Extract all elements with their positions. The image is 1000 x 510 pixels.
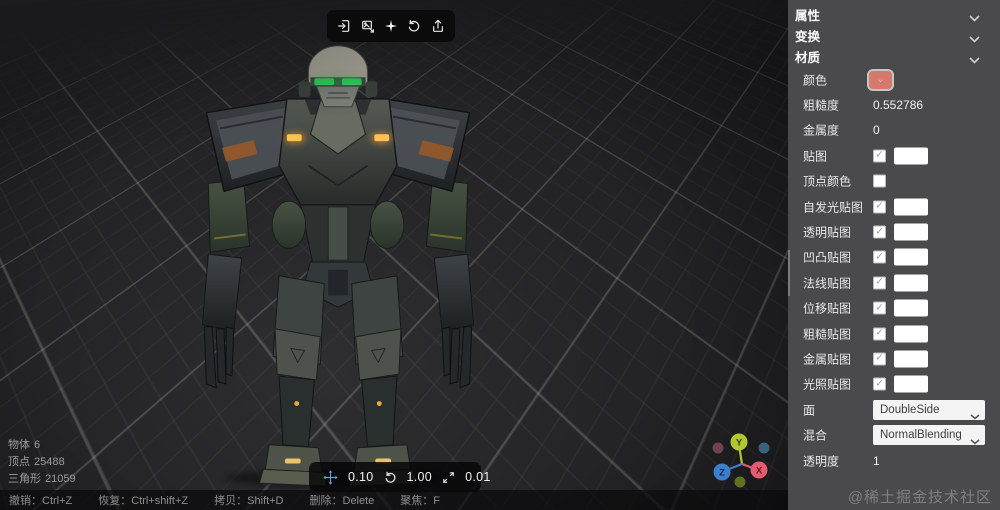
map-checkbox[interactable] (873, 149, 886, 162)
import-file-icon[interactable] (335, 14, 353, 38)
normal-map-texture-slot[interactable] (894, 274, 928, 291)
shortcut-focus: 聚焦：F (400, 492, 440, 508)
scale-icon[interactable] (441, 469, 456, 486)
properties-panel: 属性 变换 材质 颜色 ⌄ 粗糙度 0.552786 金属度 0 贴图 ✓ 顶点… (788, 0, 1000, 510)
chevron-down-icon (969, 32, 980, 46)
translate-icon[interactable] (322, 469, 339, 486)
vertex-colors-checkbox[interactable] (873, 175, 886, 188)
metalness-map-checkbox[interactable] (873, 352, 886, 365)
alpha-map-texture-slot[interactable] (894, 224, 928, 241)
alpha-map-checkbox[interactable] (873, 226, 886, 239)
focus-icon[interactable] (382, 14, 400, 38)
scene-stats: 物体 6 顶点 25488 三角形 21059 (8, 437, 76, 488)
axis-y[interactable]: Y (731, 434, 748, 451)
shortcut-copy: 拷贝：Shift+D (214, 492, 283, 508)
row-metalness: 金属度 0 (788, 118, 1000, 143)
row-displacement-map: 位移贴图 (788, 296, 1000, 321)
row-roughness: 粗糙度 0.552786 (788, 92, 1000, 117)
displacement-map-texture-slot[interactable] (894, 300, 928, 317)
axis-neg-z (759, 443, 770, 454)
emissive-map-texture-slot[interactable] (894, 198, 928, 215)
emissive-map-checkbox[interactable] (873, 200, 886, 213)
stat-objects: 物体 6 (8, 437, 76, 454)
row-emissive-map: 自发光贴图 (788, 194, 1000, 219)
row-blending: 混合 NormalBlending (788, 422, 1000, 447)
shortcut-delete: 删除：Delete (310, 492, 375, 508)
rotate-snap-value[interactable]: 1.00 (407, 470, 433, 484)
row-light-map: 光照贴图 (788, 372, 1000, 397)
roughness-map-checkbox[interactable] (873, 327, 886, 340)
displacement-map-checkbox[interactable] (873, 302, 886, 315)
row-color: 颜色 ⌄ (788, 67, 1000, 92)
section-transform[interactable]: 变换 (788, 25, 1000, 46)
metalness-value[interactable]: 0 (873, 123, 880, 137)
map-texture-slot[interactable] (894, 147, 928, 164)
svg-text:Y: Y (736, 438, 743, 449)
mech-model[interactable] (178, 38, 498, 490)
row-roughness-map: 粗糙贴图 (788, 321, 1000, 346)
row-vertex-colors: 顶点颜色 (788, 169, 1000, 194)
section-material[interactable]: 材质 (788, 46, 1000, 67)
row-alpha-map: 透明贴图 (788, 219, 1000, 244)
stat-triangles: 三角形 21059 (8, 471, 76, 488)
row-opacity: 透明度 1 (788, 448, 1000, 473)
roughness-value[interactable]: 0.552786 (873, 98, 923, 112)
rotate-icon[interactable] (383, 469, 398, 486)
axis-x[interactable]: X (751, 462, 768, 479)
axis-z[interactable]: Z (714, 464, 731, 481)
side-select[interactable]: DoubleSide (873, 400, 985, 420)
row-metalness-map: 金属贴图 (788, 346, 1000, 371)
row-bump-map: 凹凸贴图 (788, 245, 1000, 270)
shortcut-undo: 撤销：Ctrl+Z (9, 492, 72, 508)
section-properties[interactable]: 属性 (788, 4, 1000, 25)
snap-settings-bar: 0.10 1.00 0.01 (309, 462, 481, 492)
watermark: @稀土掘金技术社区 (848, 486, 992, 507)
reset-view-icon[interactable] (405, 14, 423, 38)
export-image-icon[interactable] (358, 14, 376, 38)
blending-select[interactable]: NormalBlending (873, 425, 985, 445)
normal-map-checkbox[interactable] (873, 276, 886, 289)
chevron-down-icon (969, 53, 980, 67)
scale-snap-value[interactable]: 0.01 (465, 470, 491, 484)
color-swatch[interactable]: ⌄ (867, 69, 894, 91)
svg-text:Z: Z (719, 468, 725, 479)
svg-text:X: X (756, 466, 763, 477)
metalness-map-texture-slot[interactable] (894, 350, 928, 367)
roughness-map-texture-slot[interactable] (894, 325, 928, 342)
light-map-texture-slot[interactable] (894, 376, 928, 393)
shortcut-redo: 恢复：Ctrl+shift+Z (98, 492, 188, 508)
editor-window: 0.10 1.00 0.01 物体 6 顶点 25488 三角形 21059 Y… (0, 0, 1000, 510)
axis-neg-y (735, 477, 746, 488)
axis-neg-x (713, 443, 724, 454)
row-side: 面 DoubleSide (788, 397, 1000, 422)
shortcut-bar: 撤销：Ctrl+Z 恢复：Ctrl+shift+Z 拷贝：Shift+D 删除：… (0, 490, 788, 510)
upload-icon[interactable] (429, 14, 447, 38)
row-normal-map: 法线贴图 (788, 270, 1000, 295)
viewport-toolbar (327, 10, 455, 42)
row-map: 贴图 (788, 143, 1000, 168)
bump-map-checkbox[interactable] (873, 251, 886, 264)
translate-snap-value[interactable]: 0.10 (348, 470, 374, 484)
viewport-3d[interactable]: 0.10 1.00 0.01 物体 6 顶点 25488 三角形 21059 Y… (0, 0, 788, 510)
light-map-checkbox[interactable] (873, 378, 886, 391)
bump-map-texture-slot[interactable] (894, 249, 928, 266)
stat-vertices: 顶点 25488 (8, 454, 76, 471)
opacity-value[interactable]: 1 (873, 454, 880, 468)
chevron-down-icon (969, 11, 980, 25)
